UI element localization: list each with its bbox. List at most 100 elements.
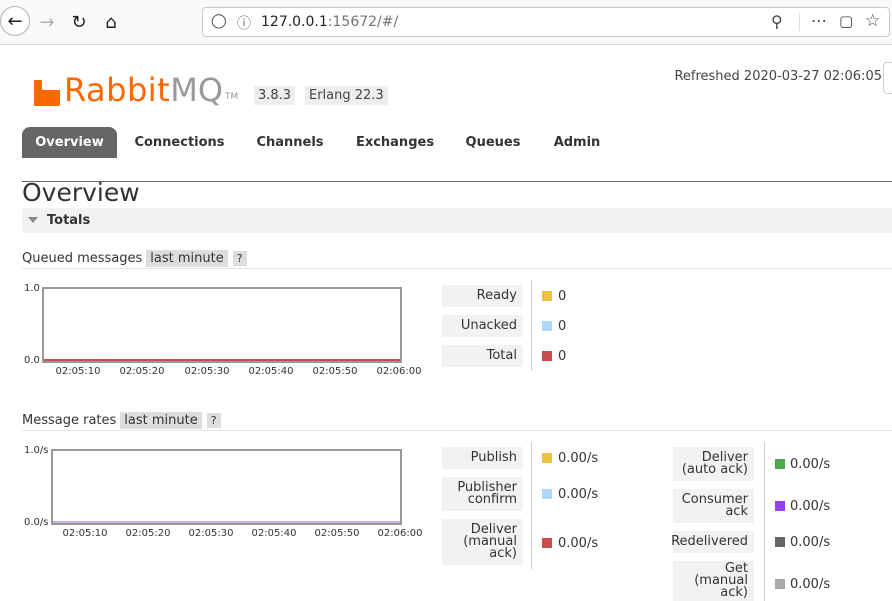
reload-icon[interactable]: ↻ [64,7,94,37]
logo-text-rabbit: Rabbit [64,71,171,109]
queued-messages-label: Queued messages [22,251,143,266]
rabbitmq-logo-icon [34,80,60,106]
logo-text-mq: MQ [170,71,223,109]
legend-label: Publish [470,450,517,465]
legend-deliver-manual-ack: Deliver (manual ack) [442,519,523,565]
tab-connections[interactable]: Connections [127,127,232,158]
x-tick-label: 02:06:00 [377,528,423,539]
legend-swatch [775,579,785,589]
pocket-icon[interactable]: ▢ [839,12,853,30]
tab-admin[interactable]: Admin [546,127,608,158]
x-tick-label: 02:05:40 [248,366,294,377]
y-axis-bottom-label: 0.0/s [24,517,49,528]
legend-value: 0 [558,289,567,304]
legend-publisher-confirm: Publisher confirm [442,477,523,511]
legend-ready: Ready [442,285,523,307]
x-tick-label: 02:05:50 [314,528,360,539]
rates-plot-area [51,449,402,525]
legend-value: 0 [558,349,567,364]
tab-queues[interactable]: Queues [458,127,528,158]
legend-swatch [542,538,552,548]
rates-range-selector[interactable]: last minute [120,412,202,429]
legend-value: 0.00/s [790,499,831,514]
info-icon[interactable]: ⓘ [237,13,251,33]
tab-overview[interactable]: Overview [22,127,117,158]
queued-range-selector[interactable]: last minute [146,250,228,267]
version-badge: 3.8.3 [254,86,296,105]
x-tick-label: 02:05:20 [125,528,171,539]
bookmark-star-icon[interactable]: ☆ [865,11,880,31]
legend-value: 0.00/s [790,457,831,472]
legend-label: (auto ack) [681,462,748,477]
y-axis-bottom-label: 0.0 [24,355,40,366]
legend-swatch [542,453,552,463]
legend-swatch [542,489,552,499]
legend-label: Total [486,348,517,363]
address-bar[interactable]: ◯ ⓘ 127.0.0.1:15672/#/ ⚲ ⋯ ▢ ☆ [202,7,890,37]
legend-label: ack) [489,546,517,561]
rabbitmq-logo: Rabbit MQ TM [34,66,238,106]
erlang-badge: Erlang 22.3 [305,86,388,105]
side-button[interactable] [883,62,892,94]
legend-label: Redelivered [671,534,748,549]
divider [22,430,892,431]
message-rates-label: Message rates [22,413,117,428]
legend-swatch [542,321,552,331]
legend-value: 0 [558,319,567,334]
legend-label: confirm [467,492,517,507]
legend-value: 0.00/s [790,577,831,592]
x-tick-label: 02:05:10 [55,366,101,377]
legend-swatch [775,459,785,469]
forward-arrow-icon[interactable]: → [32,7,62,37]
divider [22,268,892,269]
shield-icon[interactable]: ◯ [211,13,227,29]
queued-messages-header: Queued messages last minute ? [22,250,247,267]
browser-toolbar: ← → ↻ ⌂ ◯ ⓘ 127.0.0.1:15672/#/ ⚲ ⋯ ▢ ☆ [0,0,892,45]
legend-value: 0.00/s [790,535,831,550]
url-text[interactable]: 127.0.0.1:15672/#/ [261,14,398,30]
divider [531,280,532,371]
legend-consumer-ack: Consumer ack [673,489,754,523]
url-port-path: :15672/#/ [327,14,399,30]
legend-swatch [542,291,552,301]
tab-channels[interactable]: Channels [248,127,332,158]
legend-label: Ready [476,288,517,303]
lightbulb-icon[interactable]: ⚲ [771,12,783,31]
message-rates-header: Message rates last minute ? [22,412,221,429]
home-icon[interactable]: ⌂ [96,7,126,37]
legend-total: Total [442,345,523,367]
legend-label: ack [725,504,748,519]
divider [764,442,765,601]
legend-swatch [775,537,785,547]
legend-swatch [542,351,552,361]
x-tick-label: 02:05:50 [312,366,358,377]
legend-swatch [775,501,785,511]
x-tick-label: 02:05:30 [188,528,234,539]
x-tick-label: 02:05:40 [251,528,297,539]
url-host: 127.0.0.1 [261,14,328,30]
rates-help-button[interactable]: ? [206,413,221,428]
queued-help-button[interactable]: ? [232,251,247,266]
legend-label: Unacked [460,318,517,333]
legend-value: 0.00/s [558,536,599,551]
tab-exchanges[interactable]: Exchanges [350,127,440,158]
divider [531,442,532,569]
more-actions-icon[interactable]: ⋯ [811,11,828,30]
x-tick-label: 02:05:20 [119,366,165,377]
collapse-triangle-icon[interactable] [28,217,38,223]
x-tick-label: 02:06:00 [376,366,422,377]
legend-publish: Publish [442,447,523,469]
tab-underline [22,181,892,182]
queued-plot-area [42,287,402,363]
legend-label: ack) [720,585,748,600]
totals-label: Totals [47,213,91,228]
totals-section-header[interactable]: Totals [22,208,892,233]
logo-tm: TM [225,92,239,102]
legend-redelivered: Redelivered [671,531,754,553]
back-arrow-icon[interactable]: ← [0,6,30,36]
page-title: Overview [22,178,140,207]
legend-value: 0.00/s [558,451,599,466]
divider [799,13,800,31]
legend-unacked: Unacked [442,315,523,337]
legend-get-manual-ack: Get (manual ack) [673,561,754,601]
